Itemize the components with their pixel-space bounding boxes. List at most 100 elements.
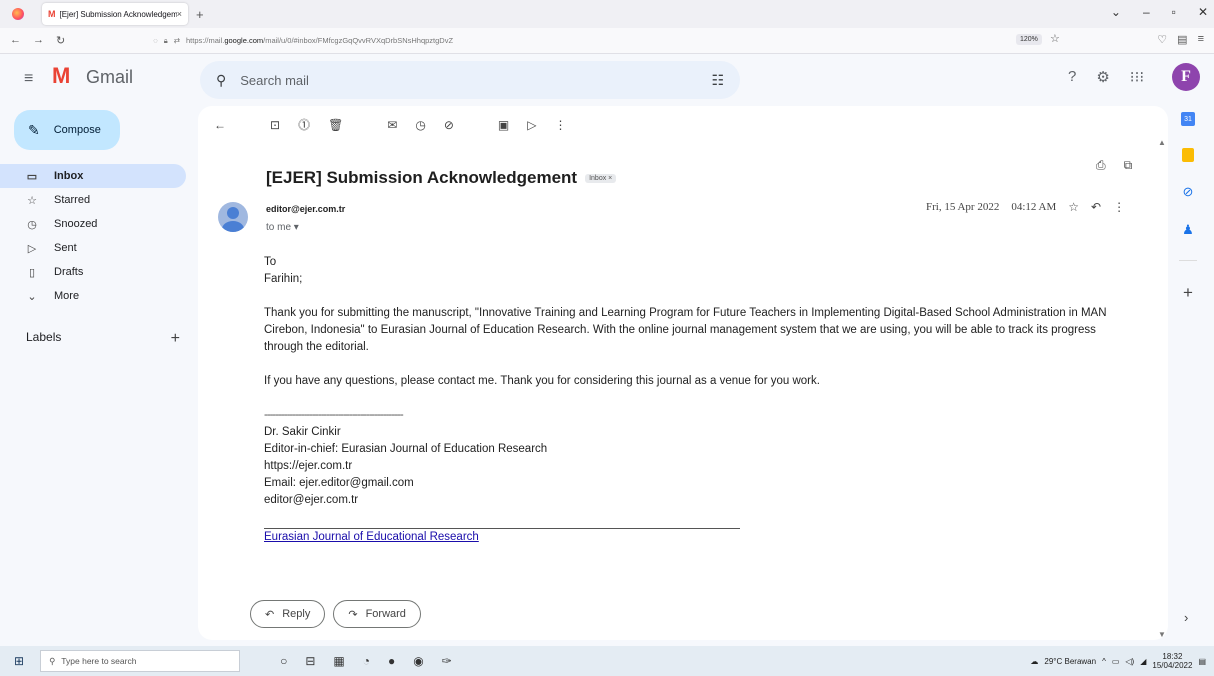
more-options-icon[interactable]: ⋮ [555, 118, 567, 132]
battery-icon[interactable]: ▭ [1112, 657, 1120, 666]
list-tabs-icon[interactable]: ⌄ [1111, 5, 1121, 19]
minimize-button[interactable]: – [1143, 5, 1150, 19]
reply-icon[interactable]: ↶ [1091, 200, 1101, 214]
journal-link[interactable]: Eurasian Journal of Educational Research [264, 529, 1144, 546]
search-input[interactable]: ⚲ Search mail ☷ [200, 61, 740, 99]
account-avatar[interactable]: F [1172, 63, 1200, 91]
forward-button[interactable]: ↷ Forward [333, 600, 421, 628]
close-window-button[interactable]: ✕ [1198, 5, 1208, 19]
signature-role: Editor-in-chief: Eurasian Journal of Edu… [264, 443, 548, 455]
recipient-details[interactable]: to me ▾ [266, 222, 299, 233]
body-paragraph: If you have any questions, please contac… [264, 375, 820, 387]
label-icon[interactable]: ▷ [527, 118, 536, 132]
get-addons-icon[interactable]: + [1183, 283, 1193, 303]
tray-chevron-icon[interactable]: ^ [1102, 657, 1106, 666]
forward-icon[interactable]: → [33, 34, 44, 47]
add-label-button[interactable]: + [171, 330, 180, 348]
network-icon[interactable]: ◢ [1140, 657, 1146, 666]
search-icon: ⚲ [49, 655, 56, 666]
sender-avatar [218, 202, 248, 232]
scroll-up-arrow-icon[interactable]: ▲ [1158, 138, 1166, 147]
tab-close-icon[interactable]: × [177, 9, 182, 19]
labels-heading: Labels [26, 330, 62, 344]
signature-email-2[interactable]: editor@ejer.com.tr [264, 492, 1144, 509]
delete-icon[interactable]: 🗑︎ [328, 118, 343, 132]
clock[interactable]: 18:32 15/04/2022 [1152, 652, 1192, 670]
restore-button[interactable]: ▫ [1172, 5, 1176, 19]
zoom-level[interactable]: 120% [1016, 34, 1042, 45]
signature-url[interactable]: https://ejer.com.tr [264, 458, 1144, 475]
settings-gear-icon[interactable]: ⚙ [1096, 68, 1109, 86]
scroll-down-arrow-icon[interactable]: ▼ [1158, 630, 1166, 639]
gmail-logo[interactable]: Gmail [52, 63, 134, 89]
main-menu-icon[interactable]: ≡ [24, 70, 33, 88]
volume-icon[interactable]: ◁) [1125, 657, 1134, 666]
gmail-header: ≡ Gmail ⚲ Search mail ☷ ? ⚙ ⁝⁝⁝ F [0, 54, 1214, 106]
calendar-icon[interactable]: 31 [1181, 112, 1195, 126]
file-explorer-icon[interactable]: ▦ [333, 654, 344, 668]
send-icon: ▷ [27, 242, 37, 255]
inbox-label-chip[interactable]: Inbox × [585, 173, 617, 183]
sidebar-item-label: Sent [54, 242, 77, 254]
cortana-icon[interactable]: ○ [280, 654, 287, 668]
reply-button[interactable]: ↶ Reply [250, 600, 326, 628]
archive-icon[interactable]: ⊡ [270, 118, 280, 132]
firefox-icon[interactable]: ◉ [413, 654, 423, 668]
help-icon[interactable]: ? [1068, 68, 1076, 86]
reply-arrow-icon: ↶ [265, 608, 275, 621]
reload-icon[interactable]: ↻ [56, 34, 65, 47]
sidebar-item-drafts[interactable]: ▯ Drafts [0, 260, 190, 284]
sidebar-item-starred[interactable]: ☆ Starred [0, 188, 190, 212]
bookmark-star-icon[interactable]: ☆ [1050, 32, 1060, 45]
search-options-icon[interactable]: ☷ [711, 72, 724, 89]
browser-tab[interactable]: M [Ejer] Submission Acknowledgeme × [42, 3, 188, 25]
star-email-icon[interactable]: ☆ [1068, 200, 1079, 214]
sidebar-item-label: Starred [54, 194, 91, 206]
taskbar-search-input[interactable]: ⚲ Type here to search [40, 650, 241, 672]
keep-icon[interactable] [1182, 148, 1194, 162]
more-vert-icon[interactable]: ⋮ [1113, 200, 1125, 214]
firefox-logo-icon [12, 8, 24, 20]
edge-icon[interactable]: ● [388, 654, 395, 668]
show-side-panel-icon[interactable]: › [1184, 610, 1188, 625]
notifications-icon[interactable]: ▤ [1198, 657, 1206, 666]
back-icon[interactable]: ← [10, 34, 21, 47]
body-paragraph: Thank you for submitting the manuscript,… [264, 307, 1107, 319]
search-icon[interactable]: ⚲ [216, 72, 226, 89]
gmail-brand: Gmail [86, 67, 134, 87]
weather-text[interactable]: 29°C Berawan [1044, 657, 1096, 666]
browser-tab-bar: M [Ejer] Submission Acknowledgeme × + ⌄ … [0, 0, 1214, 28]
app-icon[interactable]: ✑ [442, 654, 452, 668]
signature-email[interactable]: Email: ejer.editor@gmail.com [264, 475, 1144, 492]
sidebar-item-snoozed[interactable]: ◷ Snoozed [0, 212, 190, 236]
extensions-icon[interactable]: ▤ [1177, 33, 1187, 46]
report-spam-icon[interactable]: ⓵ [298, 116, 310, 133]
app-icon[interactable]: ◔ [363, 654, 370, 668]
address-bar[interactable]: ◌ 🔒︎ ⇄ https://mail.google.com/mail/u/0/… [153, 36, 453, 46]
new-tab-button[interactable]: + [196, 7, 204, 22]
apps-grid-icon[interactable]: ⁝⁝⁝ [1130, 68, 1144, 86]
move-to-icon[interactable]: ▣ [498, 118, 509, 132]
email-date: Fri, 15 Apr 2022 04:12 AM ☆ ↶ ⋮ [926, 200, 1125, 214]
task-view-icon[interactable]: ⊟ [305, 654, 315, 668]
app-menu-icon[interactable]: ≡ [1198, 33, 1204, 46]
mark-unread-icon[interactable]: ✉ [387, 118, 397, 132]
snooze-icon[interactable]: ◷ [415, 118, 425, 132]
pocket-icon[interactable]: ♡ [1157, 33, 1167, 46]
sidebar-item-more[interactable]: ⌄ More [0, 284, 190, 308]
sidebar-item-sent[interactable]: ▷ Sent [0, 236, 190, 260]
reply-label: Reply [282, 608, 311, 620]
back-to-inbox-icon[interactable]: ← [214, 118, 226, 132]
windows-start-icon[interactable]: ⊞ [14, 654, 24, 668]
chevron-down-icon: ⌄ [27, 290, 37, 303]
compose-button[interactable]: ✎ Compose [14, 110, 120, 150]
add-to-tasks-icon[interactable]: ⊘ [444, 118, 454, 132]
sidebar-item-inbox[interactable]: ▭ Inbox [0, 164, 186, 188]
tasks-icon[interactable]: ⊘ [1183, 184, 1194, 200]
print-icon[interactable]: ⎙ [1096, 158, 1106, 173]
open-new-window-icon[interactable]: ⧉ [1124, 158, 1133, 173]
labels-section: Labels + [26, 330, 180, 348]
contacts-icon[interactable]: ♟ [1182, 222, 1194, 238]
sender-email[interactable]: editor@ejer.com.tr [266, 204, 345, 214]
compose-label: Compose [53, 124, 101, 136]
